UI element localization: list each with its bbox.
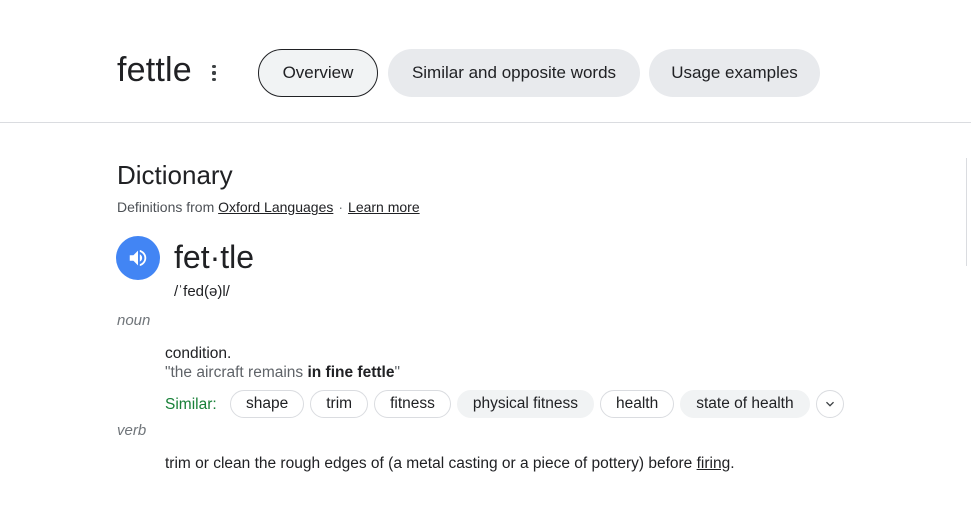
similar-chip-shape[interactable]: shape (230, 390, 305, 418)
tab-usage-examples-label: Usage examples (671, 63, 798, 82)
chevron-down-icon (825, 401, 834, 407)
tab-overview-label: Overview (282, 63, 354, 82)
more-vert-icon[interactable] (206, 63, 222, 83)
expand-similar-button[interactable] (815, 390, 844, 418)
dictionary-heading: Dictionary (117, 160, 233, 190)
volume-icon (129, 249, 147, 267)
similar-chip-state-of-health[interactable]: state of health (680, 390, 810, 418)
similar-words: shape trim fitness physical fitness heal… (230, 390, 844, 418)
oxford-languages-link[interactable]: Oxford Languages (218, 199, 333, 215)
source-prefix: Definitions from (117, 199, 215, 215)
example-bold: in fine fettle (307, 364, 395, 381)
similar-label: Similar: (165, 396, 217, 413)
phonetic-spelling: /ˈfed(ə)l/ (174, 283, 230, 300)
source-separator: · (338, 199, 344, 215)
similar-chip-physical-fitness[interactable]: physical fitness (456, 390, 594, 418)
header-bar: fettle Overview Similar and opposite wor… (0, 0, 971, 123)
page-title: fettle (117, 51, 192, 89)
headword: fet·tle (174, 239, 255, 275)
example-open: "the aircraft remains (165, 364, 308, 381)
part-of-speech-noun: noun (117, 312, 151, 329)
definition-verb: trim or clean the rough edges of (a meta… (165, 455, 735, 473)
part-of-speech-verb: verb (117, 422, 147, 439)
example-sentence: "the aircraft remains in fine fettle" (165, 364, 400, 382)
definitions-source: Definitions from Oxford Languages · Learn … (117, 199, 420, 215)
similar-chip-trim[interactable]: trim (310, 390, 369, 418)
tab-similar-opposite-label: Similar and opposite words (411, 63, 617, 82)
tab-usage-examples[interactable]: Usage examples (649, 49, 820, 97)
scrollbar[interactable] (966, 158, 967, 266)
definition-verb-end: . (730, 455, 735, 472)
definition-noun: condition. (165, 345, 232, 362)
definition-verb-text: trim or clean the rough edges of (a meta… (165, 455, 697, 472)
similar-chip-fitness[interactable]: fitness (374, 390, 451, 418)
pronunciation-button[interactable] (116, 236, 160, 280)
similar-chip-health[interactable]: health (599, 390, 675, 418)
tab-overview[interactable]: Overview (258, 49, 378, 97)
example-close: " (394, 364, 400, 381)
tab-similar-opposite[interactable]: Similar and opposite words (388, 49, 640, 97)
firing-link[interactable]: firing (697, 455, 731, 472)
learn-more-link[interactable]: Learn more (348, 199, 420, 215)
